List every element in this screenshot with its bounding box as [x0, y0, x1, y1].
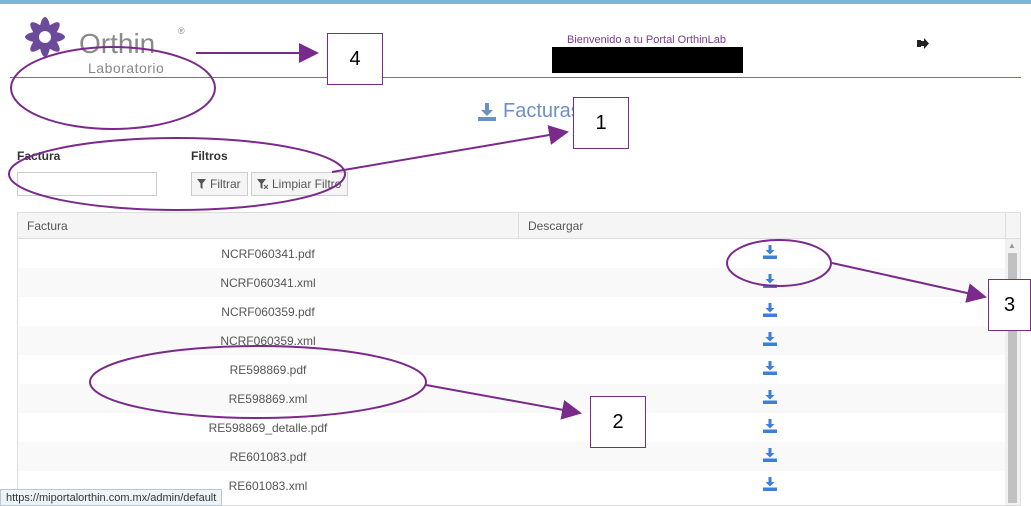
annotation-label-4: 4 — [327, 33, 383, 85]
annotation-ellipse-2 — [89, 345, 427, 419]
annotation-label-1: 1 — [573, 97, 629, 149]
annotation-ellipse-4 — [10, 46, 216, 130]
annotation-ellipse-3 — [726, 239, 832, 287]
annotation-overlay — [8, 43, 987, 420]
annotation-label-3: 3 — [988, 279, 1031, 331]
annotation-arrow-1 — [331, 125, 569, 173]
annotation-ellipse-1 — [8, 137, 346, 211]
annotation-arrow-2 — [425, 384, 582, 420]
annotation-arrow-3 — [831, 262, 987, 303]
annotation-label-2: 2 — [590, 396, 646, 448]
